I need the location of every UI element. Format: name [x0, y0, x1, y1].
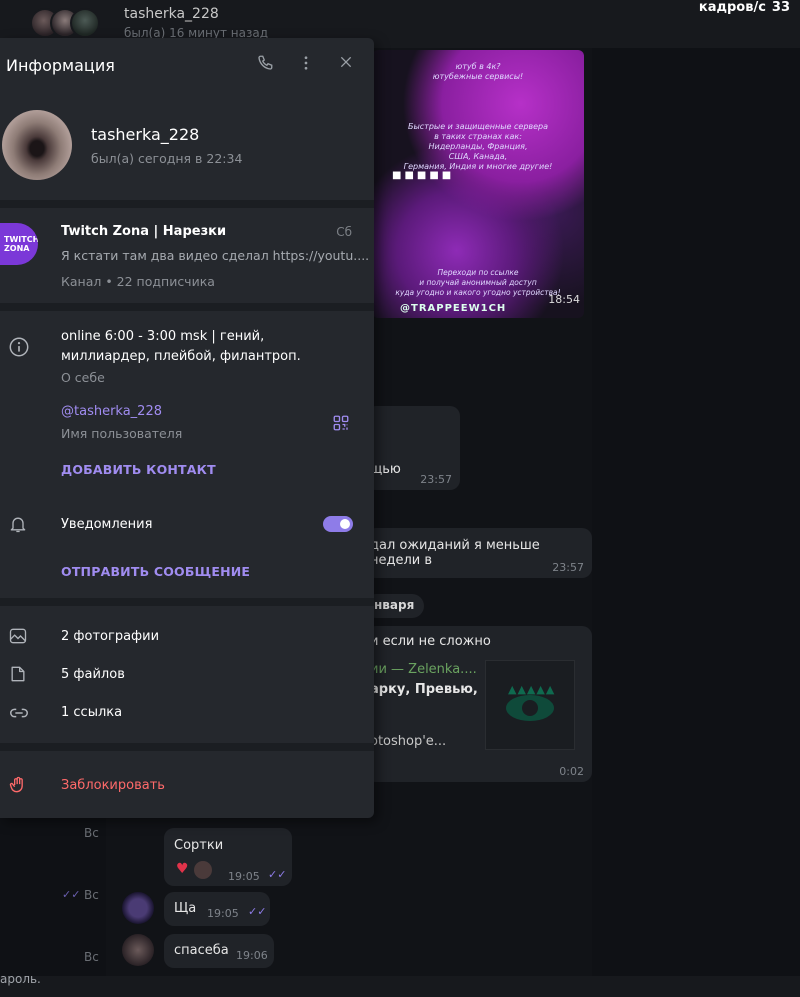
message-text: щью	[370, 462, 401, 477]
username-link[interactable]: @tasherka_228	[61, 404, 162, 419]
qr-code-icon[interactable]	[332, 414, 350, 432]
reaction-avatar	[194, 861, 212, 879]
section-divider	[0, 743, 374, 751]
message-text: спасеба	[174, 943, 229, 958]
shared-files[interactable]: 5 файлов	[61, 667, 125, 682]
username-label: Имя пользователя	[61, 426, 183, 441]
read-check-icon: ✓✓	[248, 905, 267, 918]
message-text: Ща	[174, 901, 197, 916]
block-hand-icon	[8, 774, 30, 796]
message-time: 19:06	[236, 949, 268, 962]
message-bubble[interactable]: щью 23:57	[366, 406, 460, 490]
info-panel: Информация tasherka_228 был(а) сегодня в…	[0, 38, 374, 818]
block-user-button[interactable]: Заблокировать	[61, 778, 165, 793]
heart-reaction-icon[interactable]: ♥	[176, 861, 189, 877]
day-label: Вс	[84, 826, 99, 840]
bio-text: online 6:00 - 3:00 msk | гений, миллиард…	[61, 329, 301, 364]
message-bubble[interactable]: Сортки ♥ 19:05 ✓✓	[164, 828, 292, 886]
message-input-bar[interactable]	[0, 976, 800, 997]
section-divider	[0, 200, 374, 208]
photo-icon	[8, 626, 30, 648]
phone-icon[interactable]	[254, 54, 276, 76]
info-icon	[8, 336, 30, 358]
close-icon[interactable]	[335, 54, 357, 76]
channel-date: Сб	[336, 225, 352, 239]
channel-avatar: TWITCH ZONA	[0, 223, 38, 265]
channel-meta: Канал • 22 подписчика	[61, 274, 215, 289]
flags-row: ■■■■■	[392, 170, 455, 181]
notifications-toggle[interactable]	[323, 516, 353, 532]
link-preview-thumbnail[interactable]: ▲▲▲▲▲	[485, 660, 575, 750]
read-check-icon: ✓✓	[268, 868, 287, 881]
poster-image-message[interactable]: ютуб в 4к? ютубежные сервисы! Быстрые и …	[372, 50, 584, 318]
poster-text-middle: Быстрые и защищенные сервера в таких стр…	[403, 122, 553, 171]
file-icon	[8, 664, 30, 686]
message-bubble[interactable]: спасеба 19:06	[164, 934, 274, 968]
send-message-button[interactable]: ОТПРАВИТЬ СООБЩЕНИЕ	[61, 564, 250, 579]
message-time: 19:05	[207, 907, 239, 920]
message-time: 23:57	[552, 561, 584, 574]
panel-title: Информация	[6, 56, 115, 75]
fps-counter: кадров/с 33	[698, 0, 790, 15]
chat-title[interactable]: tasherka_228	[124, 6, 219, 22]
message-text: Сортки	[174, 838, 224, 853]
channel-last-message: Я кстати там два видео сделал https://yo…	[61, 248, 370, 263]
sender-avatar[interactable]	[122, 934, 154, 966]
profile-name: tasherka_228	[91, 125, 200, 144]
message-time: 19:05	[228, 870, 260, 883]
shared-photos[interactable]: 2 фотографии	[61, 629, 159, 644]
profile-last-seen: был(а) сегодня в 22:34	[91, 151, 243, 166]
link-preview-description: otoshop'e...	[370, 734, 447, 749]
profile-avatar[interactable]	[2, 110, 72, 180]
day-label: Вс	[84, 888, 99, 902]
message-time: 0:02	[559, 765, 584, 778]
section-divider	[0, 598, 374, 606]
message-time: 23:57	[420, 473, 452, 486]
message-bubble[interactable]: дал ожиданий я меньше недели в 23:57	[366, 528, 592, 578]
day-label: Вс	[84, 950, 99, 964]
poster-handle: @TRAPPEEW1CH	[400, 303, 507, 314]
group-avatars[interactable]	[30, 8, 100, 38]
eye-logo-icon	[506, 695, 554, 721]
notifications-label: Уведомления	[61, 517, 153, 532]
shared-links[interactable]: 1 ссылка	[61, 705, 122, 720]
message-time: 18:54	[548, 293, 580, 306]
message-text: и если не сложно	[370, 634, 491, 649]
more-vertical-icon[interactable]	[295, 54, 317, 76]
link-preview-title[interactable]: ии — Zelenka....	[370, 662, 477, 677]
add-contact-button[interactable]: ДОБАВИТЬ КОНТАКТ	[61, 462, 216, 477]
bottom-hint: ароль.	[0, 972, 41, 986]
link-icon	[8, 702, 30, 724]
read-check-icon: ✓✓	[62, 888, 81, 901]
link-preview-subtitle: арку, Превью,	[370, 682, 478, 697]
poster-text-top: ютуб в 4к? ютубежные сервисы!	[432, 62, 524, 81]
bell-icon	[8, 514, 30, 536]
bio-label: О себе	[61, 370, 105, 385]
channel-name: Twitch Zona | Нарезки	[61, 224, 227, 239]
section-divider	[0, 303, 374, 311]
message-bubble[interactable]: Ща 19:05 ✓✓	[164, 892, 270, 926]
sender-avatar[interactable]	[122, 892, 154, 924]
